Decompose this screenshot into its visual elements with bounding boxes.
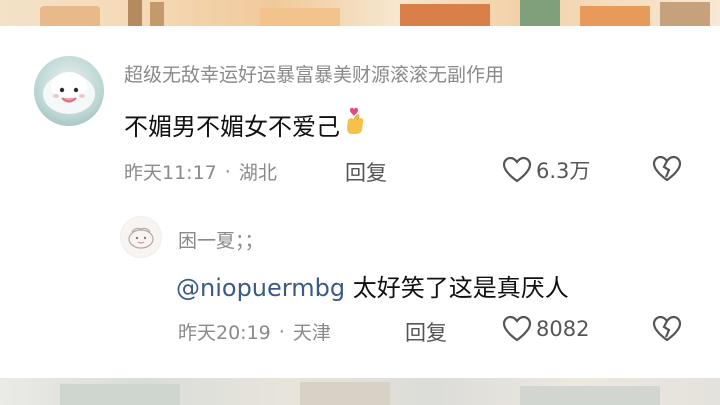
- meta-separator: ·: [224, 160, 231, 183]
- reply-dislike-button[interactable]: [652, 315, 682, 347]
- reply-like-count: 8082: [536, 317, 590, 341]
- comment-screen: 超级无敌幸运好运暴富暴美财源滚滚无副作用 不媚男不媚女不爱己 昨天11:17 ·…: [0, 0, 720, 405]
- comment-time: 昨天11:17: [124, 162, 217, 184]
- reply-body: @niopuermbg 太好笑了这是真厌人: [176, 268, 569, 303]
- comment-thread: 超级无敌幸运好运暴富暴美财源滚滚无副作用 不媚男不媚女不爱己 昨天11:17 ·…: [0, 26, 720, 378]
- comment-location: 湖北: [238, 162, 277, 184]
- reply-reply-button[interactable]: 回复: [405, 317, 447, 347]
- broken-heart-icon: [652, 315, 682, 342]
- reply-meta: 昨天20:19 · 天津: [178, 318, 331, 345]
- heart-icon: [502, 156, 532, 183]
- like-button[interactable]: 6.3万: [502, 155, 590, 185]
- broken-heart-icon: [652, 155, 682, 182]
- dislike-button[interactable]: [652, 155, 682, 187]
- like-count: 6.3万: [536, 159, 591, 183]
- beluga-avatar-icon: [43, 72, 95, 114]
- reply-user-avatar[interactable]: [120, 216, 162, 258]
- reply-like-button[interactable]: 8082: [502, 315, 589, 343]
- meta-separator: ·: [278, 320, 285, 343]
- comment-username[interactable]: 超级无敌幸运好运暴富暴美财源滚滚无副作用: [124, 60, 504, 87]
- video-background-top: [0, 0, 720, 26]
- comment-body: 不媚男不媚女不爱己: [124, 106, 368, 142]
- comment-meta: 昨天11:17 · 湖北: [124, 158, 277, 185]
- comment-text: 不媚男不媚女不爱己: [124, 112, 340, 141]
- heart-icon: [502, 315, 532, 342]
- reply-time: 昨天20:19: [178, 322, 271, 344]
- finger-heart-emoji-icon: [342, 106, 368, 142]
- reply-username[interactable]: 困一夏；；: [178, 226, 264, 253]
- video-background-bottom: [0, 378, 720, 405]
- reply-text: 太好笑了这是真厌人: [345, 274, 569, 302]
- reply-location: 天津: [292, 322, 331, 344]
- mention-link[interactable]: @niopuermbg: [176, 274, 345, 302]
- sketch-avatar-icon: [128, 227, 154, 249]
- reply-button[interactable]: 回复: [345, 157, 387, 187]
- user-avatar[interactable]: [34, 56, 104, 126]
